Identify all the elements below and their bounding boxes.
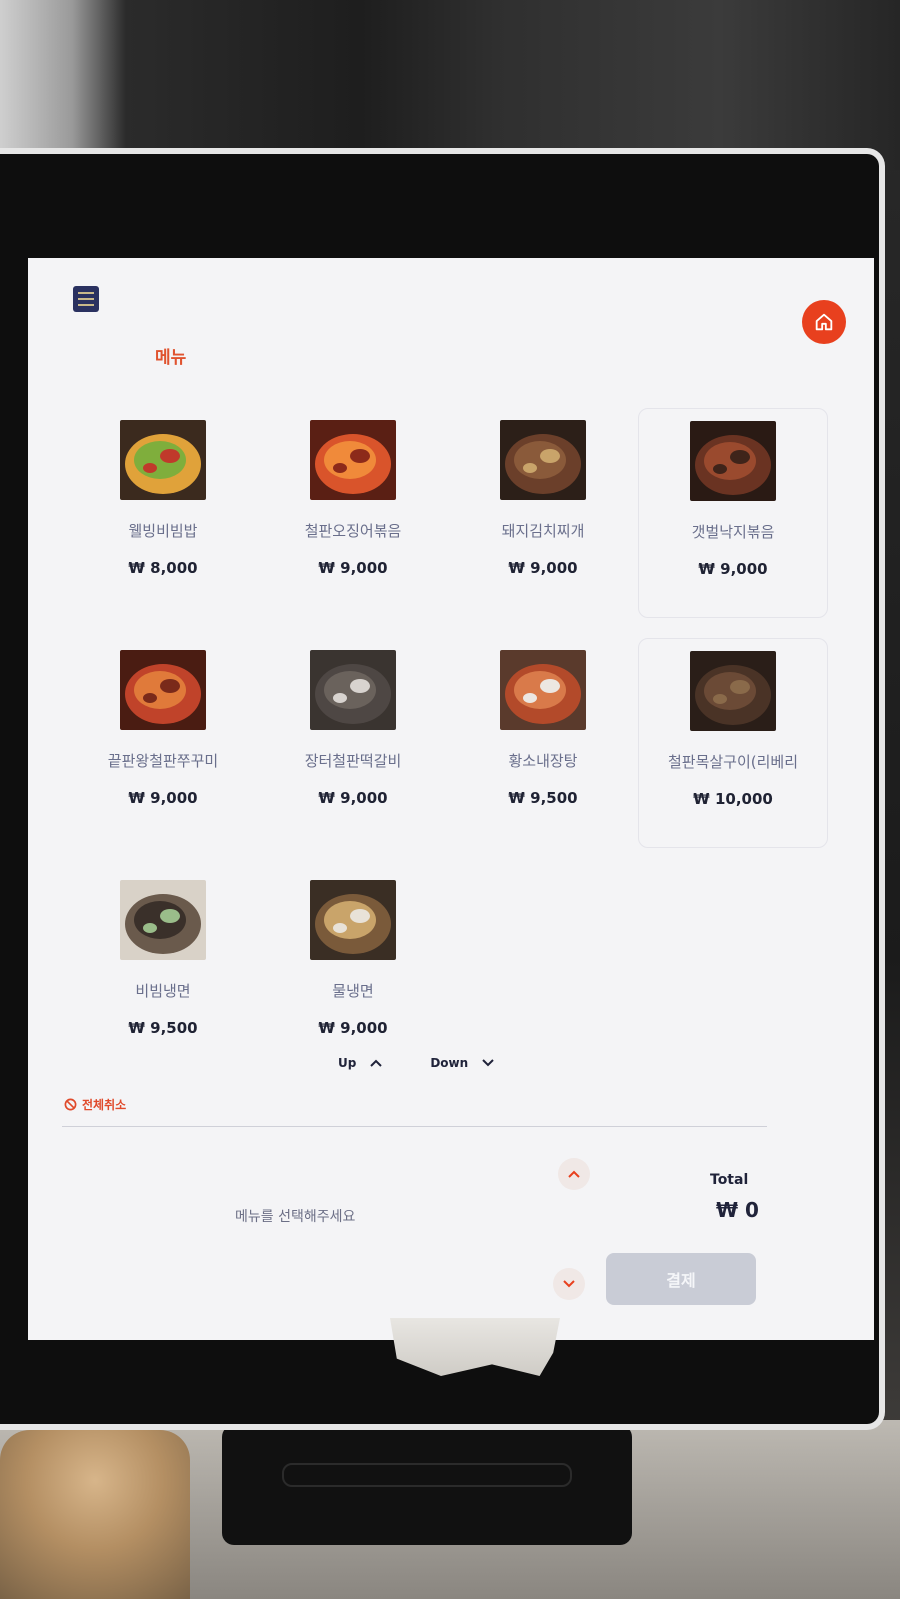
cancel-all-label: 전체취소 <box>82 1098 127 1112</box>
chevron-up-icon <box>568 1170 580 1178</box>
menu-item-price: ₩ 9,000 <box>698 560 768 578</box>
straw-cup <box>0 1430 190 1599</box>
menu-item-price: ₩ 10,000 <box>693 790 773 808</box>
menu-item-card[interactable]: 장터철판떡갈비 ₩ 9,000 <box>258 638 448 848</box>
food-photo <box>500 420 586 500</box>
menu-item-name: 철판목살구이(리베리 <box>667 753 799 771</box>
menu-item-card[interactable]: 황소내장탕 ₩ 9,500 <box>448 638 638 848</box>
menu-item-card[interactable]: 물냉면 ₩ 9,000 <box>258 868 448 1078</box>
chevron-down-icon <box>482 1059 494 1067</box>
menu-item-photo <box>120 650 206 730</box>
food-photo <box>310 650 396 730</box>
pay-button[interactable]: 결제 <box>606 1253 756 1305</box>
food-photo <box>120 420 206 500</box>
cart-scroll-up-button[interactable] <box>558 1158 590 1190</box>
menu-item-card[interactable]: 웰빙비빔밥 ₩ 8,000 <box>68 408 258 618</box>
background-environment <box>0 0 900 170</box>
food-photo <box>120 880 206 960</box>
menu-item-card[interactable]: 비빔냉면 ₩ 9,500 <box>68 868 258 1078</box>
cancel-all-button[interactable]: 전체취소 <box>64 1096 126 1113</box>
food-photo <box>690 421 776 501</box>
menu-item-name: 철판오징어볶음 <box>304 522 402 540</box>
menu-item-price: ₩ 8,000 <box>128 559 198 577</box>
food-photo <box>310 420 396 500</box>
total-label: Total <box>710 1172 749 1188</box>
menu-item-price: ₩ 9,000 <box>508 559 578 577</box>
menu-item-card[interactable]: 갯벌낙지볶음 ₩ 9,000 <box>638 408 828 618</box>
menu-item-name: 장터철판떡갈비 <box>304 752 402 770</box>
kiosk-screen: 메뉴 웰빙비빔밥 ₩ 8,000 철판오징어볶음 ₩ 9,000 돼지김치찌개 ₩ 9,0… <box>28 258 874 1340</box>
food-photo <box>690 651 776 731</box>
menu-grid: 웰빙비빔밥 ₩ 8,000 철판오징어볶음 ₩ 9,000 돼지김치찌개 ₩ 9,000 갯… <box>68 408 828 1078</box>
menu-item-name: 황소내장탕 <box>508 752 578 770</box>
chevron-down-icon <box>563 1280 575 1288</box>
menu-item-name: 물냉면 <box>332 982 374 1000</box>
menu-item-price: ₩ 9,000 <box>318 789 388 807</box>
menu-item-card[interactable]: 철판목살구이(리베리 ₩ 10,000 <box>638 638 828 848</box>
page-up-button[interactable]: Up <box>338 1051 383 1075</box>
menu-item-card[interactable]: 돼지김치찌개 ₩ 9,000 <box>448 408 638 618</box>
page-down-button[interactable]: Down <box>430 1051 494 1075</box>
card-slot <box>282 1463 572 1487</box>
menu-item-price: ₩ 9,000 <box>318 1019 388 1037</box>
menu-item-photo <box>120 420 206 500</box>
total-value: ₩ 0 <box>716 1198 759 1222</box>
menu-item-price: ₩ 9,500 <box>128 1019 198 1037</box>
menu-item-photo <box>690 421 776 501</box>
menu-item-photo <box>690 651 776 731</box>
menu-item-photo <box>500 420 586 500</box>
menu-item-price: ₩ 9,500 <box>508 789 578 807</box>
brand-logo <box>73 286 99 312</box>
pager: Up Down <box>338 1051 538 1075</box>
menu-item-card[interactable]: 끝판왕철판쭈꾸미 ₩ 9,000 <box>68 638 258 848</box>
page-up-label: Up <box>338 1056 357 1070</box>
menu-item-price: ₩ 9,000 <box>128 789 198 807</box>
menu-item-photo <box>310 880 396 960</box>
menu-item-price: ₩ 9,000 <box>318 559 388 577</box>
menu-item-card[interactable]: 철판오징어볶음 ₩ 9,000 <box>258 408 448 618</box>
prohibited-icon <box>64 1098 77 1111</box>
menu-item-photo <box>310 420 396 500</box>
cart-placeholder: 메뉴를 선택해주세요 <box>235 1209 356 1225</box>
menu-item-name: 비빔냉면 <box>135 982 191 1000</box>
menu-item-photo <box>500 650 586 730</box>
chevron-up-icon <box>370 1059 383 1067</box>
menu-item-name: 웰빙비빔밥 <box>128 522 198 540</box>
cart-divider <box>62 1126 767 1127</box>
food-photo <box>310 880 396 960</box>
kiosk-stand <box>222 1425 632 1545</box>
food-photo <box>500 650 586 730</box>
menu-item-photo <box>120 880 206 960</box>
menu-item-name: 끝판왕철판쭈꾸미 <box>107 752 219 770</box>
page-down-label: Down <box>430 1056 469 1070</box>
menu-item-name: 돼지김치찌개 <box>501 522 585 540</box>
menu-item-photo <box>310 650 396 730</box>
home-button[interactable] <box>802 300 846 344</box>
cart-scroll-down-button[interactable] <box>553 1268 585 1300</box>
home-icon <box>815 313 833 331</box>
menu-item-name: 갯벌낙지볶음 <box>691 523 775 541</box>
menu-title: 메뉴 <box>155 348 187 368</box>
food-photo <box>120 650 206 730</box>
